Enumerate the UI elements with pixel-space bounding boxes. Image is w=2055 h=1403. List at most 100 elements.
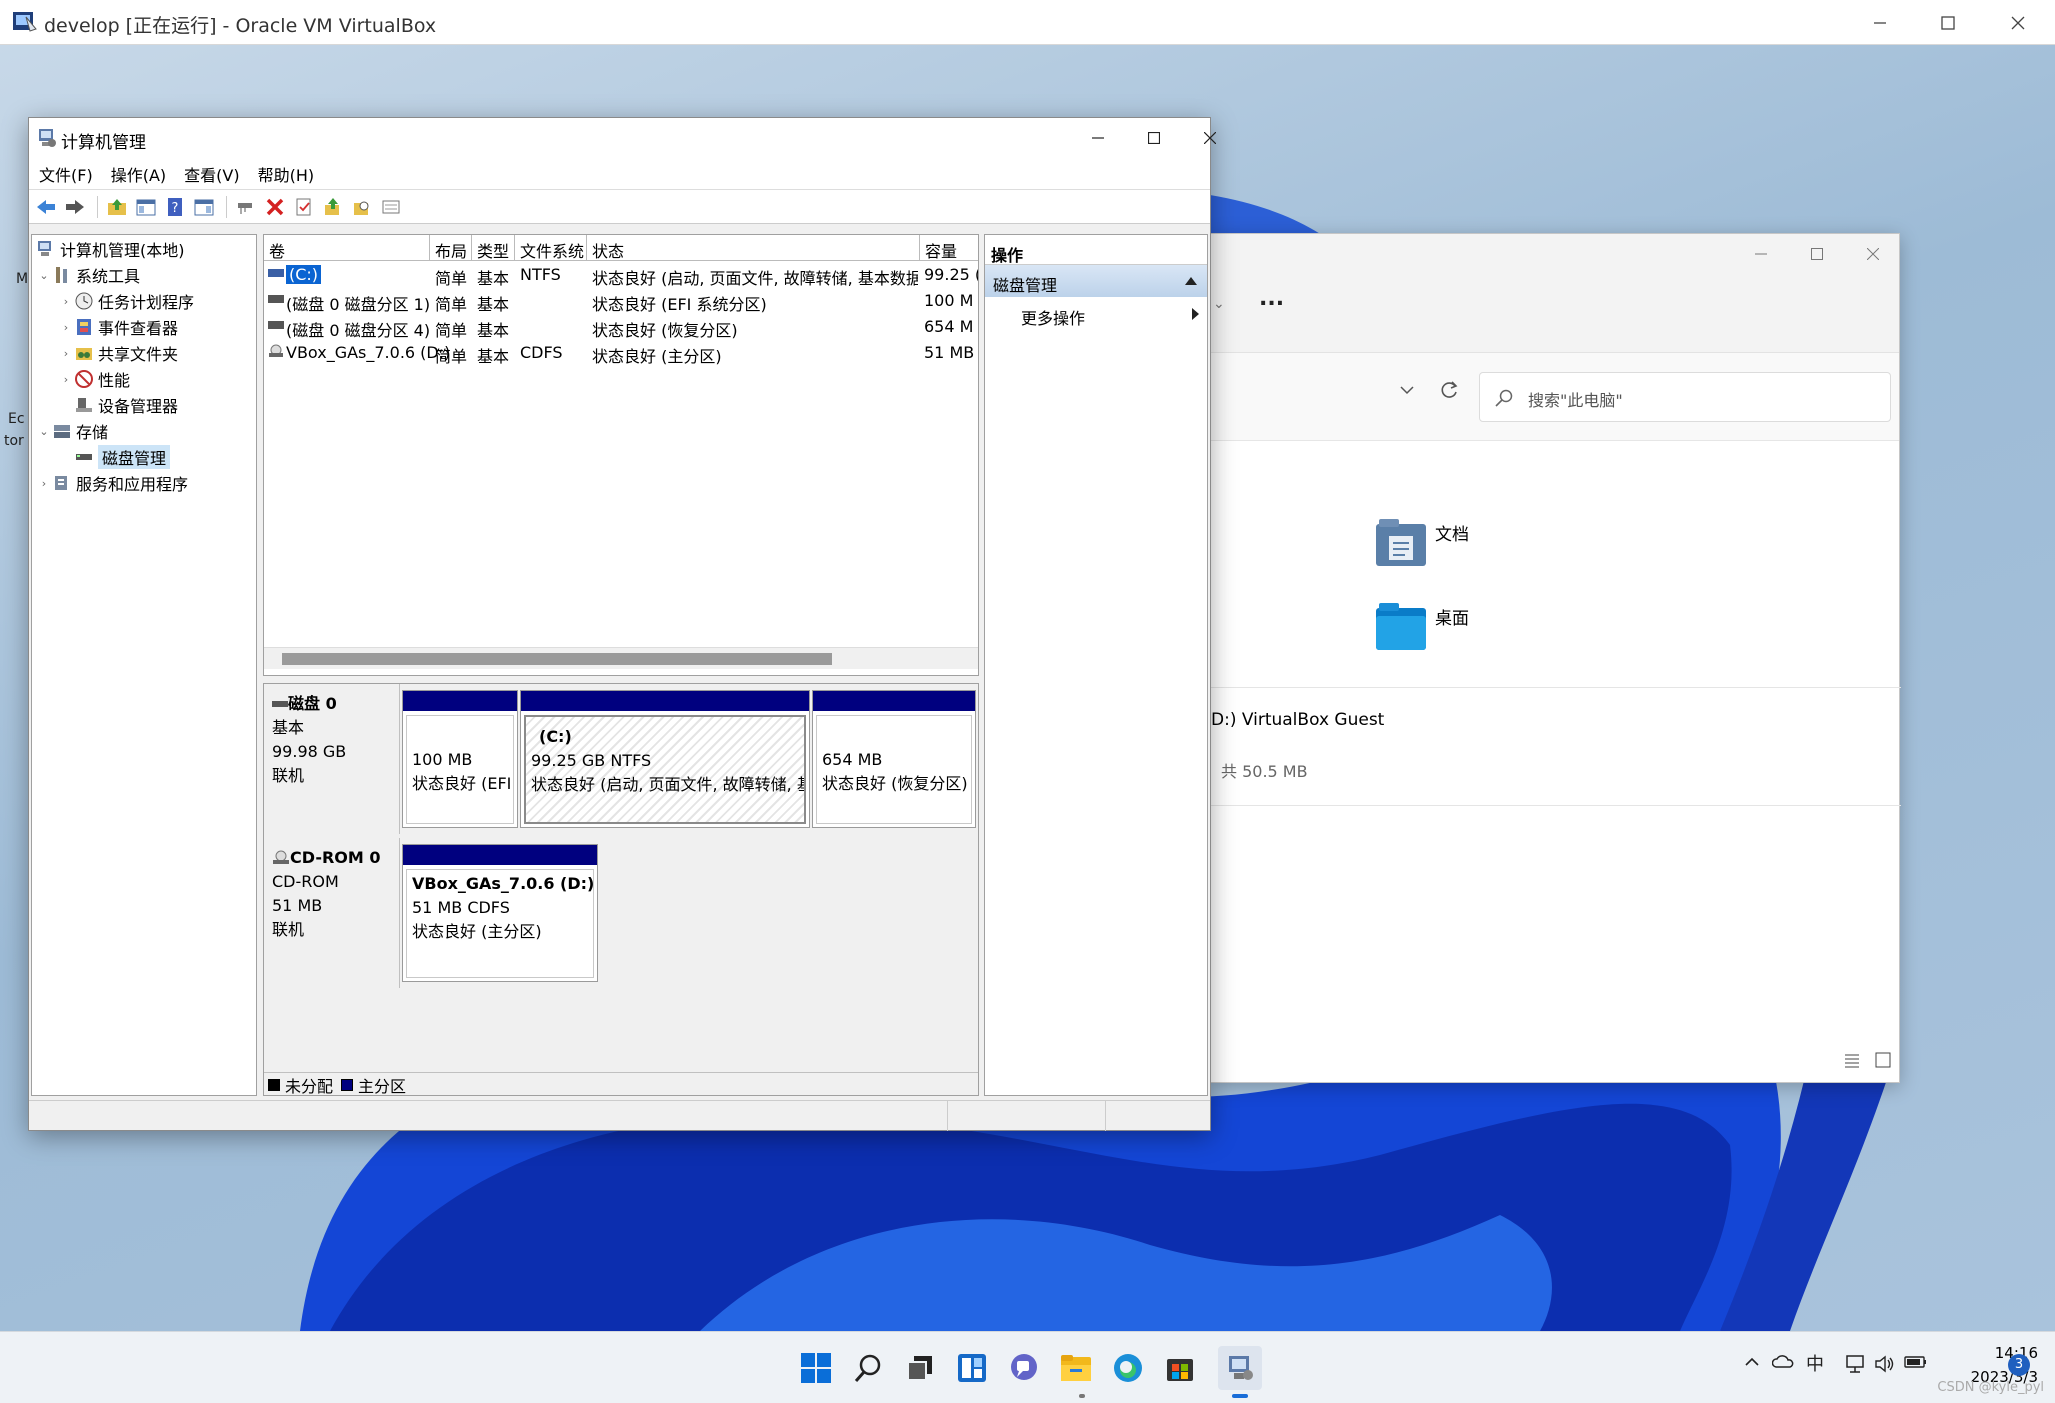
refresh-icon[interactable] [1439, 380, 1459, 400]
tree-item-root[interactable]: 计算机管理(本地) [36, 237, 185, 261]
tree-item-disk-management[interactable]: 磁盘管理 [58, 445, 171, 469]
explorer-minimize-button[interactable] [1733, 234, 1789, 274]
tree-item-event-viewer[interactable]: › 事件查看器 [58, 315, 178, 339]
menu-view[interactable]: 查看(V) [184, 162, 239, 186]
horizontal-scrollbar[interactable] [264, 647, 978, 669]
search-icon[interactable] [848, 1348, 888, 1388]
tiles-view-icon[interactable] [1875, 1052, 1891, 1068]
show-hide-action-pane-icon[interactable] [191, 194, 217, 220]
connect-disk-icon[interactable] [233, 194, 259, 220]
search-folder-icon[interactable] [349, 194, 375, 220]
tree-label: 任务计划程序 [98, 293, 195, 312]
onedrive-cloud-icon[interactable] [1772, 1354, 1794, 1370]
chevron-down-icon[interactable] [1399, 382, 1415, 398]
tree-item-performance[interactable]: › 性能 [58, 367, 130, 391]
tree-item-device-manager[interactable]: 设备管理器 [58, 393, 178, 417]
cd-drive-icon [269, 344, 283, 357]
partition-size: 100 MB [412, 750, 473, 769]
minimize-button[interactable] [1845, 0, 1915, 45]
partition-recovery[interactable]: 654 MB 状态良好 (恢复分区) [812, 690, 976, 828]
notification-count-badge[interactable]: 3 [2008, 1354, 2030, 1376]
column-header-filesystem[interactable]: 文件系统 [515, 235, 587, 261]
drive-name[interactable]: D:) VirtualBox Guest [1211, 710, 1384, 730]
column-header-type[interactable]: 类型 [472, 235, 515, 261]
widgets-icon[interactable] [952, 1348, 992, 1388]
close-button[interactable] [1983, 0, 2053, 45]
maximize-button[interactable] [1913, 0, 1983, 45]
action-section-disk-management[interactable]: 磁盘管理 [985, 265, 1207, 297]
partition-cdrom[interactable]: VBox_GAs_7.0.6 (D:) 51 MB CDFS 状态良好 (主分区… [402, 844, 598, 982]
tree-item-shared-folders[interactable]: › 共享文件夹 [58, 341, 178, 365]
column-header-capacity[interactable]: 容量 [920, 235, 978, 261]
virtualbox-app-icon [12, 9, 38, 35]
store-icon[interactable] [1160, 1348, 1200, 1388]
table-row[interactable]: VBox_GAs_7.0.6 (D:) 简单 基本 CDFS 状态良好 (主分区… [264, 340, 978, 366]
chevron-down-icon[interactable]: ⌄ [36, 269, 52, 282]
chevron-right-icon[interactable]: › [58, 373, 74, 386]
file-explorer-icon[interactable] [1056, 1348, 1096, 1388]
running-indicator [1079, 1394, 1085, 1398]
tree-label: 系统工具 [76, 267, 141, 286]
volume-status: 状态良好 (恢复分区) [592, 321, 738, 340]
active-indicator [1232, 1394, 1248, 1398]
partition-c[interactable]: (C:) 99.25 GB NTFS 状态良好 (启动, 页面文件, 故障转储,… [520, 690, 810, 828]
view-icon[interactable] [378, 194, 404, 220]
back-arrow-icon[interactable] [33, 194, 59, 220]
cm-close-button[interactable] [1182, 118, 1238, 158]
teams-chat-icon[interactable] [1004, 1348, 1044, 1388]
disk-management-icon [76, 454, 92, 460]
chevron-right-icon[interactable]: › [36, 477, 52, 490]
collapse-up-icon[interactable] [1185, 277, 1197, 285]
chevron-right-icon[interactable]: › [58, 295, 74, 308]
tree-item-services-apps[interactable]: › 服务和应用程序 [36, 471, 188, 495]
chevron-right-icon[interactable]: › [58, 347, 74, 360]
folder-item-documents[interactable]: 文档 [1375, 518, 1469, 568]
column-header-status[interactable]: 状态 [587, 235, 920, 261]
scrollbar-thumb[interactable] [282, 653, 832, 665]
more-options-button[interactable]: ... [1259, 286, 1284, 311]
explorer-search-box[interactable]: 搜索"此电脑" [1479, 372, 1891, 422]
folder-item-desktop[interactable]: 桌面 [1375, 602, 1469, 652]
delete-icon[interactable] [262, 194, 288, 220]
explorer-maximize-button[interactable] [1789, 234, 1845, 274]
menu-action[interactable]: 操作(A) [111, 162, 166, 186]
column-header-layout[interactable]: 布局 [430, 235, 472, 261]
forward-arrow-icon[interactable] [62, 194, 88, 220]
help-icon[interactable]: ? [162, 194, 188, 220]
tree-item-system-tools[interactable]: ⌄ 系统工具 [36, 263, 140, 287]
show-hidden-icons-chevron-up-icon[interactable] [1744, 1354, 1760, 1370]
cm-maximize-button[interactable] [1126, 118, 1182, 158]
table-row[interactable]: (C:) 简单 基本 NTFS 状态良好 (启动, 页面文件, 故障转储, 基本… [264, 262, 978, 288]
cm-minimize-button[interactable] [1070, 118, 1126, 158]
computer-management-taskbar-icon[interactable] [1218, 1346, 1262, 1390]
details-view-icon[interactable] [1844, 1052, 1860, 1068]
tree-item-storage[interactable]: ⌄ 存储 [36, 419, 108, 443]
volume-speaker-icon[interactable] [1874, 1354, 1896, 1374]
up-folder-icon[interactable] [104, 194, 130, 220]
computer-management-window[interactable]: 计算机管理 文件(F) 操作(A) 查看(V) 帮助(H) ? 计算机管理(本地… [28, 117, 1216, 1131]
explorer-close-button[interactable] [1845, 234, 1901, 274]
menu-help[interactable]: 帮助(H) [258, 162, 315, 186]
chevron-right-icon[interactable]: › [58, 321, 74, 334]
properties-check-icon[interactable] [291, 194, 317, 220]
edge-browser-icon[interactable] [1108, 1348, 1148, 1388]
table-row[interactable]: (磁盘 0 磁盘分区 1) 简单 基本 状态良好 (EFI 系统分区) 100 … [264, 288, 978, 314]
start-windows-icon[interactable] [796, 1348, 836, 1388]
partition-efi[interactable]: 100 MB 状态良好 (EFI 系 [402, 690, 518, 828]
chevron-down-icon[interactable]: ⌄ [36, 425, 52, 438]
export-list-icon[interactable] [320, 194, 346, 220]
file-explorer-window[interactable]: ⌄ ... 搜索"此电脑" 文档 桌面 D:) VirtualBox Guest… [1210, 233, 1901, 1083]
disk0-label[interactable]: 磁盘 0 基本 99.98 GB 联机 [264, 684, 400, 834]
column-header-volume[interactable]: 卷 [264, 235, 430, 261]
cdrom0-label[interactable]: CD-ROM 0 CD-ROM 51 MB 联机 [264, 838, 400, 988]
task-view-icon[interactable] [900, 1348, 940, 1388]
action-more-actions[interactable]: 更多操作 [985, 297, 1207, 331]
table-row[interactable]: (磁盘 0 磁盘分区 4) 简单 基本 状态良好 (恢复分区) 654 M [264, 314, 978, 340]
menu-file[interactable]: 文件(F) [39, 162, 93, 186]
network-icon[interactable] [1844, 1354, 1866, 1374]
battery-icon[interactable] [1904, 1354, 1928, 1370]
show-hide-console-tree-icon[interactable] [133, 194, 159, 220]
tree-item-task-scheduler[interactable]: › 任务计划程序 [58, 289, 194, 313]
chevron-down-icon[interactable]: ⌄ [1213, 296, 1225, 312]
input-method-indicator[interactable]: 中 [1806, 1350, 1824, 1376]
